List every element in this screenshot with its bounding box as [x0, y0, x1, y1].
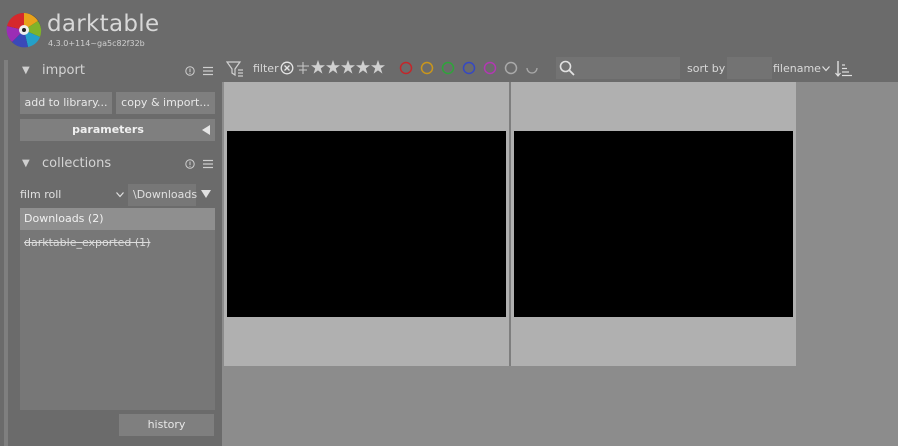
color-label-and-or-icon[interactable] [526, 67, 538, 74]
thumbnail-image [227, 131, 506, 317]
color-label-filter[interactable] [399, 61, 545, 75]
collection-item-darktable-exported[interactable]: darktable_exported (1) [20, 232, 215, 254]
import-section-header[interactable]: ▼ import [10, 58, 222, 84]
sort-order-icon[interactable] [835, 60, 853, 78]
left-panel: ▼ import add to library... copy & import… [10, 56, 222, 446]
presets-menu-icon[interactable] [203, 66, 213, 76]
chevron-down-icon [116, 192, 124, 198]
collection-list: Downloads (2) darktable_exported (1) [20, 208, 215, 410]
parameters-label: parameters [72, 123, 144, 136]
top-header: darktable 4.3.0+114~ga5c82f32b [0, 0, 898, 56]
star-icon [326, 60, 340, 74]
color-label-5-icon[interactable] [483, 61, 497, 75]
thumbnail-1[interactable] [224, 82, 509, 366]
collection-property-value: film roll [20, 188, 62, 201]
thumbnail-2[interactable] [511, 82, 796, 366]
history-button[interactable]: history [119, 414, 214, 436]
color-label-6-icon[interactable] [504, 61, 518, 75]
color-label-2-icon[interactable] [420, 61, 434, 75]
collection-rule-input[interactable]: \Downloads [128, 184, 197, 206]
app-title: darktable [47, 11, 160, 37]
filter-label: filter [253, 62, 279, 75]
sort-by-label: sort by [687, 62, 726, 75]
thumbnail-image [514, 131, 793, 317]
import-section-title: import [42, 63, 85, 78]
star-icon [341, 60, 355, 74]
star-rating-filter[interactable] [311, 59, 389, 77]
parameters-toggle[interactable]: parameters [20, 119, 215, 141]
unstarred-filter-icon[interactable] [296, 61, 310, 75]
sort-field-box[interactable] [727, 57, 772, 79]
collection-item-downloads[interactable]: Downloads (2) [20, 208, 215, 230]
lighttable-area [222, 82, 898, 446]
left-panel-edge-handle[interactable] [4, 60, 8, 446]
rule-menu-triangle-icon[interactable] [201, 190, 211, 198]
app-version: 4.3.0+114~ga5c82f32b [48, 39, 145, 48]
star-icon [356, 60, 370, 74]
star-icon [371, 60, 385, 74]
filter-funnel-icon[interactable] [226, 60, 244, 78]
collections-section-header[interactable]: ▼ collections [10, 151, 222, 177]
sort-field-dropdown[interactable]: filename [773, 56, 821, 82]
filter-toolbar: filter sort by filename [222, 56, 898, 82]
copy-import-button[interactable]: copy & import... [116, 92, 215, 114]
search-icon [559, 60, 575, 76]
reset-icon[interactable] [185, 66, 195, 76]
presets-menu-icon[interactable] [203, 159, 213, 169]
rejected-filter-icon[interactable] [280, 61, 294, 75]
collections-section-title: collections [42, 156, 112, 171]
color-label-1-icon[interactable] [399, 61, 413, 75]
collapse-arrow-icon[interactable]: ▼ [22, 158, 30, 169]
expand-left-arrow-icon [202, 125, 210, 135]
collapse-arrow-icon[interactable]: ▼ [22, 65, 30, 76]
collection-property-dropdown[interactable]: film roll [20, 184, 124, 206]
color-label-4-icon[interactable] [462, 61, 476, 75]
chevron-down-icon[interactable] [822, 66, 830, 72]
color-label-3-icon[interactable] [441, 61, 455, 75]
star-icon [311, 60, 325, 74]
add-to-library-button[interactable]: add to library... [20, 92, 112, 114]
darktable-logo-icon [6, 12, 42, 48]
reset-icon[interactable] [185, 159, 195, 169]
